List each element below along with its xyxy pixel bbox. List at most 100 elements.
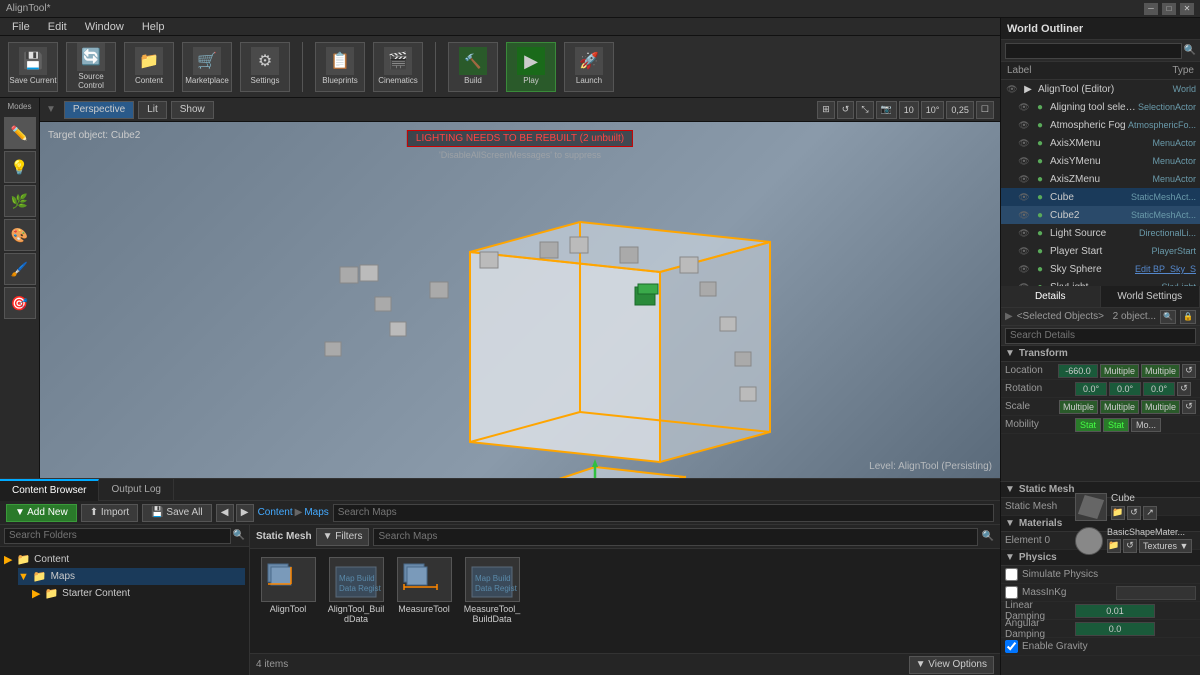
settings-button[interactable]: ⚙ Settings bbox=[240, 42, 290, 92]
translate-control[interactable]: ⊞ bbox=[817, 101, 835, 119]
details-search-icon-btn[interactable]: 🔍 bbox=[1160, 310, 1176, 324]
location-x-input[interactable] bbox=[1058, 364, 1098, 378]
enable-gravity-checkbox[interactable] bbox=[1005, 640, 1018, 653]
scale-m2-btn[interactable]: Multiple bbox=[1100, 400, 1139, 414]
textures-dropdown-btn[interactable]: Textures ▼ bbox=[1139, 539, 1192, 553]
item-type-link[interactable]: Edit BP_Sky_S bbox=[1135, 264, 1196, 274]
outliner-item-player-start[interactable]: 👁 ● Player Start PlayerStart bbox=[1001, 242, 1200, 260]
path-maps[interactable]: Maps bbox=[304, 507, 328, 518]
transform-section[interactable]: ▼ Transform bbox=[1001, 346, 1200, 362]
right-search-input[interactable] bbox=[373, 528, 977, 546]
mob-mov-btn[interactable]: Mo... bbox=[1131, 418, 1161, 432]
import-button[interactable]: ⬆ Import bbox=[81, 504, 139, 522]
elem0-reset-btn[interactable]: ↺ bbox=[1123, 539, 1137, 553]
outliner-search-input[interactable] bbox=[1005, 43, 1182, 59]
lit-button[interactable]: Lit bbox=[138, 101, 167, 119]
menu-edit[interactable]: Edit bbox=[40, 19, 75, 35]
blueprints-button[interactable]: 📋 Blueprints bbox=[315, 42, 365, 92]
location-reset-btn[interactable]: ↺ bbox=[1182, 364, 1196, 378]
tab-content-browser[interactable]: Content Browser bbox=[0, 479, 99, 501]
rotation-y-input[interactable] bbox=[1109, 382, 1141, 396]
scale-reset-btn[interactable]: ↺ bbox=[1182, 400, 1196, 414]
tab-details[interactable]: Details bbox=[1001, 286, 1101, 307]
viewport-toggle[interactable]: ▼ bbox=[46, 104, 56, 115]
outliner-item-cube2[interactable]: 👁 ● Cube2 StaticMeshAct... bbox=[1001, 206, 1200, 224]
maximize-button[interactable]: □ bbox=[1162, 3, 1176, 15]
translate-value[interactable]: 10 bbox=[899, 101, 919, 119]
play-button[interactable]: ▶ Play bbox=[506, 42, 556, 92]
rotate-control[interactable]: ↺ bbox=[837, 101, 855, 119]
outliner-item-axis-z[interactable]: 👁 ● AxisZMenu MenuActor bbox=[1001, 170, 1200, 188]
outliner-item-light[interactable]: 👁 ● Light Source DirectionalLi... bbox=[1001, 224, 1200, 242]
viewport-canvas[interactable]: LIGHTING NEEDS TO BE REBUILT (2 unbuilt)… bbox=[40, 122, 1000, 478]
launch-button[interactable]: 🚀 Launch bbox=[564, 42, 614, 92]
mode-landscape-button[interactable]: 🌿 bbox=[4, 185, 36, 217]
perspective-button[interactable]: Perspective bbox=[64, 101, 134, 119]
cb-folder-search-input[interactable] bbox=[4, 528, 231, 544]
outliner-item-atm-fog[interactable]: 👁 ● Atmospheric Fog AtmosphericFo... bbox=[1001, 116, 1200, 134]
mode-paint-button[interactable]: 💡 bbox=[4, 151, 36, 183]
linear-damping-input[interactable] bbox=[1075, 604, 1155, 618]
camera-speed-control[interactable]: 📷 bbox=[876, 101, 897, 119]
elem0-browse-btn[interactable]: 📁 bbox=[1107, 539, 1121, 553]
add-new-button[interactable]: ▼ Add New bbox=[6, 504, 77, 522]
nav-back-button[interactable]: ◀ bbox=[216, 504, 234, 522]
save-all-button[interactable]: 💾 Save All bbox=[142, 504, 211, 522]
cb-item-measuretool[interactable]: MeasureTool bbox=[394, 557, 454, 624]
cb-item-aligntool[interactable]: AlignTool bbox=[258, 557, 318, 624]
outliner-item-axis-x[interactable]: 👁 ● AxisXMenu MenuActor bbox=[1001, 134, 1200, 152]
nav-forward-button[interactable]: ▶ bbox=[236, 504, 254, 522]
sm-browse-btn[interactable]: 📁 bbox=[1111, 506, 1125, 520]
mode-select-button[interactable]: ✏️ bbox=[4, 117, 36, 149]
tree-item-starter[interactable]: ▶ 📁 Starter Content bbox=[32, 585, 245, 602]
cb-item-aligntool-builddata[interactable]: Map Build Data Registry AlignTool_BuildD… bbox=[326, 557, 386, 624]
tab-output-log[interactable]: Output Log bbox=[99, 479, 173, 501]
scale-m3-btn[interactable]: Multiple bbox=[1141, 400, 1180, 414]
mode-foliage-button[interactable]: 🎨 bbox=[4, 219, 36, 251]
scale-value[interactable]: 0,25 bbox=[946, 101, 974, 119]
content-button[interactable]: 📁 Content bbox=[124, 42, 174, 92]
show-button[interactable]: Show bbox=[171, 101, 214, 119]
save-current-button[interactable]: 💾 Save Current bbox=[8, 42, 58, 92]
sm-expand-btn[interactable]: ↗ bbox=[1143, 506, 1157, 520]
cinematics-button[interactable]: 🎬 Cinematics bbox=[373, 42, 423, 92]
details-lock-btn[interactable]: 🔒 bbox=[1180, 310, 1196, 324]
filters-button[interactable]: ▼ Filters bbox=[316, 528, 370, 546]
details-search-input[interactable] bbox=[1005, 328, 1196, 344]
rotation-reset-btn[interactable]: ↺ bbox=[1177, 382, 1191, 396]
mob-stat2-btn[interactable]: Stat bbox=[1103, 418, 1129, 432]
angular-damping-input[interactable] bbox=[1075, 622, 1155, 636]
source-control-button[interactable]: 🔄 Source Control bbox=[66, 42, 116, 92]
menu-file[interactable]: File bbox=[4, 19, 38, 35]
simulate-physics-checkbox[interactable] bbox=[1005, 568, 1018, 581]
masskg-checkbox[interactable] bbox=[1005, 586, 1018, 599]
outliner-item-aligntool-editor[interactable]: 👁 ▶ AlignTool (Editor) World bbox=[1001, 80, 1200, 98]
mob-stat1-btn[interactable]: Stat bbox=[1075, 418, 1101, 432]
menu-window[interactable]: Window bbox=[77, 19, 132, 35]
rotation-x-input[interactable] bbox=[1075, 382, 1107, 396]
rotate-value[interactable]: 10° bbox=[921, 101, 945, 119]
tree-item-content[interactable]: ▶ 📁 Content bbox=[4, 551, 245, 568]
menu-help[interactable]: Help bbox=[134, 19, 173, 35]
cb-search-icon[interactable]: 🔍 bbox=[982, 531, 994, 542]
sm-reset-btn[interactable]: ↺ bbox=[1127, 506, 1141, 520]
outliner-item-cube[interactable]: 👁 ● Cube StaticMeshAct... bbox=[1001, 188, 1200, 206]
tab-world-settings[interactable]: World Settings bbox=[1101, 286, 1200, 307]
outliner-item-axis-y[interactable]: 👁 ● AxisYMenu MenuActor bbox=[1001, 152, 1200, 170]
scale-control[interactable]: ⤡ bbox=[856, 101, 873, 119]
cb-item-measuretool-builddata[interactable]: Map Build Data Registry MeasureTool_Buil… bbox=[462, 557, 522, 624]
rotation-z-input[interactable] bbox=[1143, 382, 1175, 396]
mode-geometry-button[interactable]: 🎯 bbox=[4, 287, 36, 319]
outliner-item-selection-actor[interactable]: 👁 ● Aligning tool selector SelectionActo… bbox=[1001, 98, 1200, 116]
marketplace-button[interactable]: 🛒 Marketplace bbox=[182, 42, 232, 92]
cb-search-input[interactable] bbox=[333, 504, 994, 522]
path-content[interactable]: Content bbox=[258, 507, 293, 518]
scale-m1-btn[interactable]: Multiple bbox=[1059, 400, 1098, 414]
viewport-icon1[interactable]: ☐ bbox=[976, 101, 994, 119]
tree-item-maps[interactable]: ▼ 📁 Maps bbox=[18, 568, 245, 585]
outliner-item-sky-sphere[interactable]: 👁 ● Sky Sphere Edit BP_Sky_S bbox=[1001, 260, 1200, 278]
build-button[interactable]: 🔨 Build bbox=[448, 42, 498, 92]
minimize-button[interactable]: ─ bbox=[1144, 3, 1158, 15]
masskg-input[interactable] bbox=[1116, 586, 1196, 600]
close-button[interactable]: ✕ bbox=[1180, 3, 1194, 15]
